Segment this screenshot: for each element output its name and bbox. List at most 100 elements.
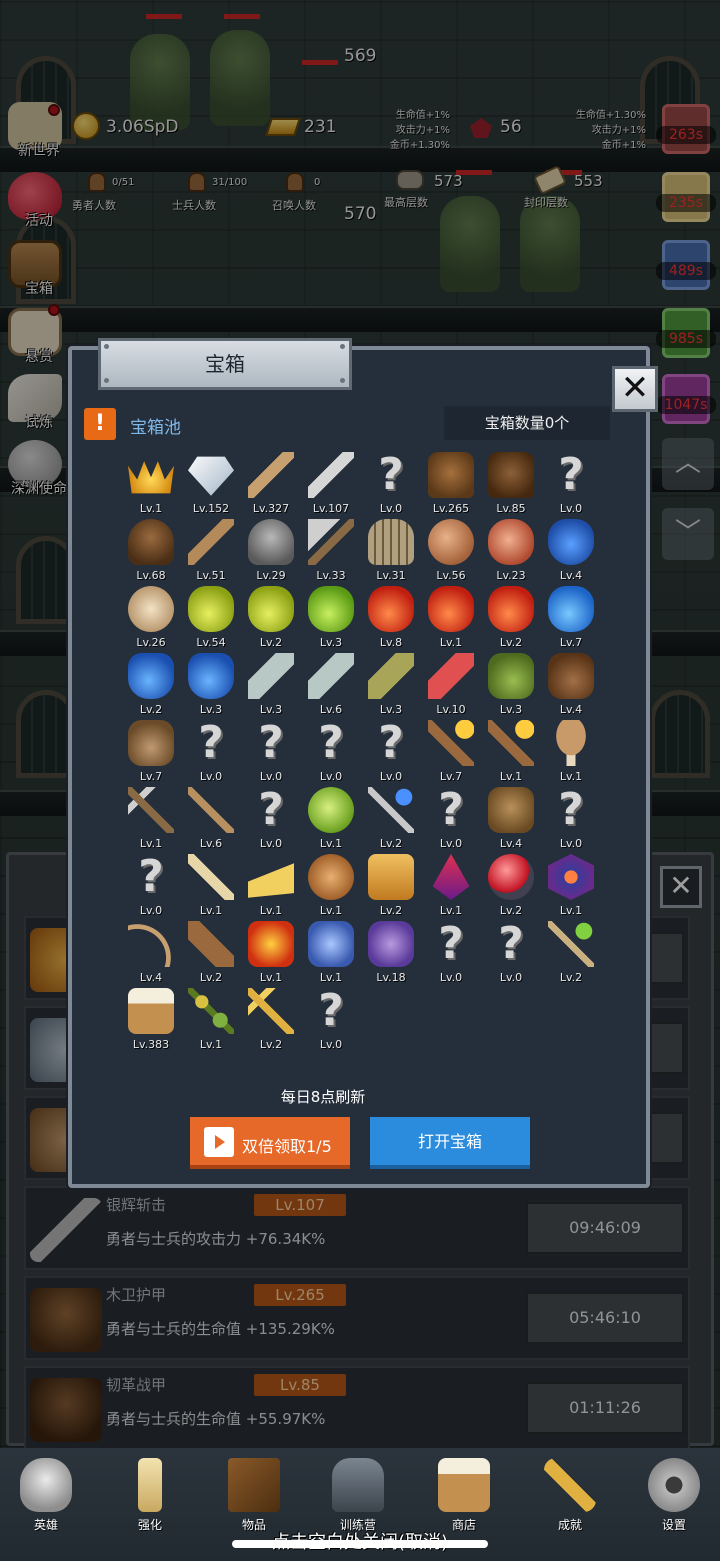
item-slot[interactable]: Lv.1 <box>422 586 480 652</box>
item-slot[interactable]: Lv.1 <box>182 988 240 1054</box>
skull-icon <box>20 1458 72 1512</box>
book-icon <box>228 1458 280 1512</box>
item-slot[interactable]: Lv.3 <box>302 586 360 652</box>
item-level: Lv.0 <box>319 770 343 783</box>
item-slot[interactable]: Lv.1 <box>122 452 180 518</box>
item-slot[interactable]: Lv.3 <box>362 653 420 719</box>
nav-items[interactable]: 物品 <box>214 1448 294 1538</box>
olive-bottle-icon <box>368 653 414 699</box>
item-slot[interactable]: ? Lv.0 <box>542 452 600 518</box>
sword-icon <box>248 452 294 498</box>
rivet <box>340 378 345 383</box>
item-slot[interactable]: Lv.6 <box>302 653 360 719</box>
nav-training[interactable]: 训练营 <box>318 1448 398 1538</box>
item-slot[interactable]: Lv.1 <box>482 720 540 786</box>
item-slot[interactable]: Lv.1 <box>422 854 480 920</box>
item-slot[interactable]: Lv.2 <box>542 921 600 987</box>
item-slot[interactable]: Lv.4 <box>542 653 600 719</box>
item-slot[interactable]: Lv.107 <box>302 452 360 518</box>
item-slot[interactable]: Lv.7 <box>422 720 480 786</box>
item-slot[interactable]: Lv.1 <box>182 854 240 920</box>
item-slot[interactable]: Lv.51 <box>182 519 240 585</box>
item-slot[interactable]: ? Lv.0 <box>542 787 600 853</box>
item-level: Lv.1 <box>319 837 343 850</box>
item-slot[interactable]: Lv.2 <box>362 787 420 853</box>
item-slot[interactable]: ? Lv.0 <box>482 921 540 987</box>
item-slot[interactable]: ? Lv.0 <box>242 787 300 853</box>
item-slot[interactable]: Lv.2 <box>362 854 420 920</box>
item-slot[interactable]: Lv.1 <box>302 921 360 987</box>
item-slot[interactable]: Lv.1 <box>542 854 600 920</box>
item-slot[interactable]: ? Lv.0 <box>362 720 420 786</box>
item-slot[interactable]: Lv.2 <box>182 921 240 987</box>
unknown-icon: ? <box>378 449 404 500</box>
item-slot[interactable]: Lv.2 <box>122 653 180 719</box>
item-slot[interactable]: ? Lv.0 <box>242 720 300 786</box>
fire-rune-icon <box>248 921 294 967</box>
green-wand-icon <box>548 921 594 967</box>
item-slot[interactable]: Lv.1 <box>122 787 180 853</box>
item-slot[interactable]: Lv.6 <box>182 787 240 853</box>
item-slot[interactable]: Lv.2 <box>482 854 540 920</box>
nav-settings[interactable]: 设置 <box>634 1448 714 1538</box>
item-slot[interactable]: Lv.1 <box>242 921 300 987</box>
double-claim-button[interactable]: 双倍领取1/5 <box>190 1117 350 1169</box>
item-slot[interactable]: Lv.1 <box>242 854 300 920</box>
item-level: Lv.54 <box>196 636 226 649</box>
item-slot[interactable]: Lv.29 <box>242 519 300 585</box>
item-slot[interactable]: ? Lv.0 <box>122 854 180 920</box>
item-slot[interactable]: Lv.54 <box>182 586 240 652</box>
item-slot[interactable]: Lv.265 <box>422 452 480 518</box>
item-slot[interactable]: Lv.10 <box>422 653 480 719</box>
item-slot[interactable]: ? Lv.0 <box>362 452 420 518</box>
item-slot[interactable]: Lv.383 <box>122 988 180 1054</box>
item-slot[interactable]: ? Lv.0 <box>302 720 360 786</box>
item-slot[interactable]: Lv.1 <box>302 787 360 853</box>
item-level: Lv.2 <box>379 837 403 850</box>
item-level: Lv.0 <box>379 770 403 783</box>
item-slot[interactable]: Lv.152 <box>182 452 240 518</box>
item-slot[interactable]: Lv.23 <box>482 519 540 585</box>
item-slot[interactable]: Lv.31 <box>362 519 420 585</box>
nav-shop[interactable]: 商店 <box>424 1448 504 1538</box>
item-slot[interactable]: Lv.56 <box>422 519 480 585</box>
item-slot[interactable]: ? Lv.0 <box>302 988 360 1054</box>
home-indicator[interactable] <box>232 1540 488 1548</box>
nav-achievement[interactable]: 成就 <box>530 1448 610 1538</box>
refresh-note: 每日8点刷新 <box>280 1088 366 1106</box>
item-slot[interactable]: Lv.327 <box>242 452 300 518</box>
quiver-icon <box>188 921 234 967</box>
item-slot[interactable]: Lv.33 <box>302 519 360 585</box>
item-slot[interactable]: Lv.2 <box>242 988 300 1054</box>
iron-helmet-icon <box>248 519 294 565</box>
item-level: Lv.1 <box>259 971 283 984</box>
club-icon <box>188 854 234 900</box>
open-chest-button[interactable]: 打开宝箱 <box>370 1117 530 1169</box>
item-slot[interactable]: ? Lv.0 <box>182 720 240 786</box>
item-slot[interactable]: Lv.3 <box>182 653 240 719</box>
item-slot[interactable]: Lv.7 <box>122 720 180 786</box>
item-slot[interactable]: Lv.1 <box>542 720 600 786</box>
item-slot[interactable]: Lv.8 <box>362 586 420 652</box>
item-slot[interactable]: Lv.2 <box>242 586 300 652</box>
item-slot[interactable]: Lv.3 <box>242 653 300 719</box>
item-slot[interactable]: Lv.68 <box>122 519 180 585</box>
item-slot[interactable]: Lv.7 <box>542 586 600 652</box>
item-level: Lv.4 <box>139 971 163 984</box>
item-slot[interactable]: Lv.1 <box>302 854 360 920</box>
item-slot[interactable]: ? Lv.0 <box>422 921 480 987</box>
close-icon[interactable]: ✕ <box>612 366 658 412</box>
item-slot[interactable]: Lv.4 <box>122 921 180 987</box>
item-slot[interactable]: Lv.18 <box>362 921 420 987</box>
nav-enhance[interactable]: 强化 <box>110 1448 190 1538</box>
item-slot[interactable]: Lv.85 <box>482 452 540 518</box>
item-slot[interactable]: Lv.4 <box>542 519 600 585</box>
nav-hero[interactable]: 英雄 <box>6 1448 86 1538</box>
item-slot[interactable]: Lv.26 <box>122 586 180 652</box>
item-slot[interactable]: Lv.4 <box>482 787 540 853</box>
item-level: Lv.68 <box>136 569 166 582</box>
item-level: Lv.1 <box>319 971 343 984</box>
item-slot[interactable]: Lv.3 <box>482 653 540 719</box>
item-slot[interactable]: Lv.2 <box>482 586 540 652</box>
item-slot[interactable]: ? Lv.0 <box>422 787 480 853</box>
